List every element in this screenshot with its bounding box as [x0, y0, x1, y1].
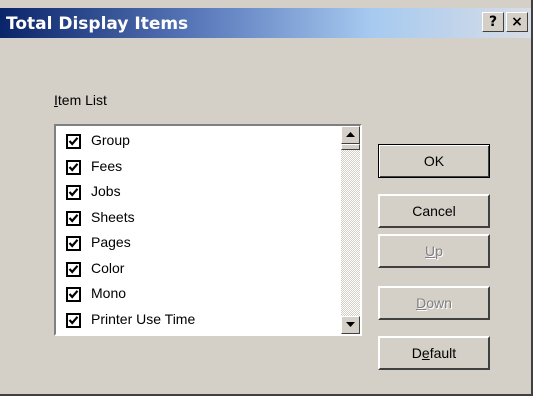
item-checkbox[interactable]: [66, 261, 81, 277]
checkmark-icon: [68, 290, 79, 299]
list-item[interactable]: Sheets: [64, 207, 324, 229]
list-item[interactable]: Jobs: [64, 181, 324, 203]
scroll-up-arrow-icon: [346, 132, 355, 137]
help-button[interactable]: ?: [482, 12, 504, 32]
default-button-prefix: D: [411, 345, 422, 361]
down-button-mnemonic: D: [416, 295, 427, 311]
vertical-scrollbar[interactable]: [341, 126, 360, 334]
item-checkbox[interactable]: [66, 287, 81, 302]
item-checkbox[interactable]: [66, 210, 81, 226]
window-title: Total Display Items: [6, 14, 189, 34]
checkmark-icon: [68, 264, 79, 274]
item-label: Jobs: [91, 183, 121, 199]
item-checkbox[interactable]: [66, 159, 81, 175]
list-item[interactable]: Pages: [64, 232, 324, 254]
down-button[interactable]: Down: [378, 286, 490, 320]
item-label: Mono: [91, 285, 127, 301]
up-button-rest: p: [435, 243, 443, 259]
item-label: Fees: [91, 157, 123, 174]
list-item[interactable]: Fees: [64, 156, 324, 178]
cancel-button[interactable]: Cancel: [378, 194, 490, 228]
list-item[interactable]: Mono: [64, 283, 324, 305]
checkmark-icon: [68, 188, 79, 197]
item-label: Pages: [91, 234, 131, 250]
default-button-mnemonic: e: [421, 345, 430, 361]
up-button[interactable]: Up: [378, 234, 490, 268]
item-list-label-rest: tem List: [57, 92, 107, 108]
item-checkbox[interactable]: [66, 312, 81, 328]
item-label: Color: [91, 259, 125, 276]
item-list-box[interactable]: Group Fees Jobs Sheets Pages Color Mono Printer…: [54, 124, 362, 336]
title-bar[interactable]: Total Display Items ? ×: [0, 8, 531, 38]
list-item[interactable]: Color: [64, 258, 324, 280]
total-display-items-dialog: Total Display Items ? × Item List Group F…: [0, 0, 533, 396]
scroll-down-button[interactable]: [341, 316, 360, 334]
item-checkbox[interactable]: [66, 236, 81, 251]
item-label: Printer Use Time: [91, 310, 196, 327]
item-label: Sheets: [91, 208, 135, 225]
item-list-label: Item List: [54, 92, 107, 108]
item-checkbox[interactable]: [66, 134, 81, 149]
default-button-rest: fault: [429, 345, 457, 361]
scroll-thumb[interactable]: [341, 144, 360, 150]
item-checkbox[interactable]: [66, 185, 81, 200]
up-button-mnemonic: U: [425, 243, 436, 259]
scroll-down-arrow-icon: [346, 322, 355, 327]
checkmark-icon: [68, 162, 79, 172]
checkmark-icon: [68, 315, 79, 325]
checkmark-icon: [68, 137, 79, 146]
default-button[interactable]: Default: [378, 336, 490, 370]
scroll-up-button[interactable]: [341, 126, 360, 144]
checkmark-icon: [68, 239, 79, 248]
ok-button[interactable]: OK: [378, 144, 490, 178]
list-item[interactable]: Printer Use Time: [64, 309, 324, 331]
checkmark-icon: [68, 213, 79, 223]
list-item[interactable]: Group: [64, 130, 324, 152]
down-button-rest: own: [426, 295, 452, 311]
close-button[interactable]: ×: [506, 12, 528, 32]
item-label: Group: [91, 132, 130, 148]
